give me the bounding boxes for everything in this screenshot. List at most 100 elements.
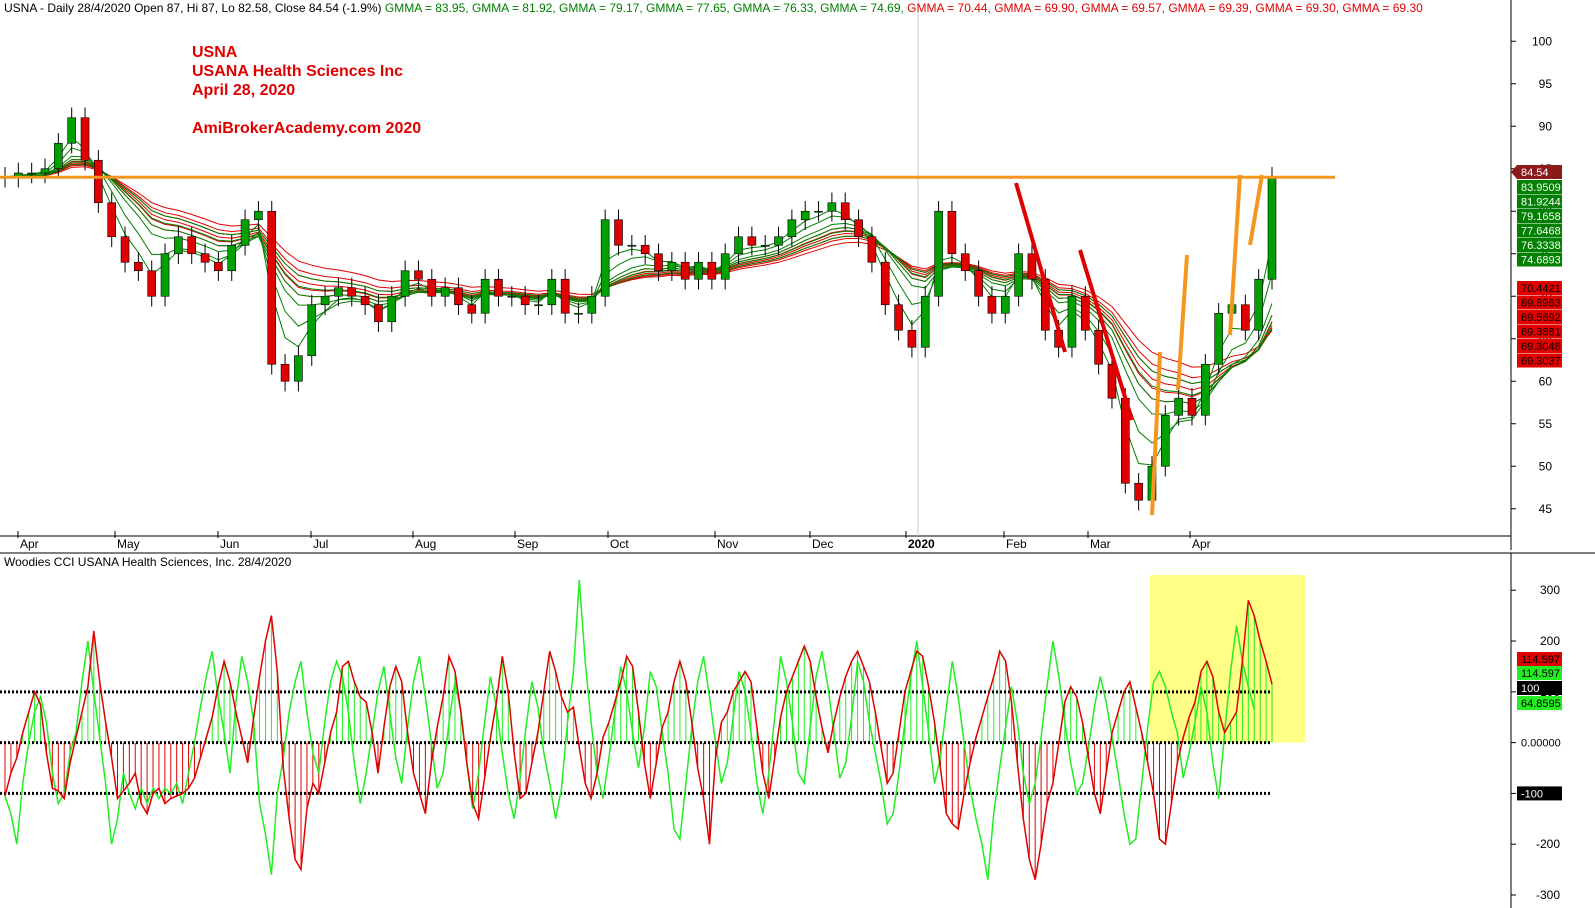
price-y-axis: 4550556065707580859095100	[1511, 34, 1552, 516]
month-label-12: Apr	[1192, 537, 1211, 551]
candle-down	[1080, 295, 1090, 331]
last-price-tag: 84.54	[1521, 167, 1549, 179]
header-segment-11: GMMA = 69.30,	[1252, 1, 1339, 15]
candle-down	[560, 278, 570, 314]
annotation-company: USANA Health Sciences Inc	[192, 63, 403, 80]
trendline-0	[1014, 182, 1067, 353]
gmma-long-tag-0: 70.4421	[1521, 283, 1561, 295]
candle-down	[520, 295, 530, 306]
candle-down	[267, 210, 277, 365]
candle-up	[67, 117, 76, 144]
candle-up	[1067, 295, 1077, 348]
candle-up	[387, 295, 397, 323]
gmma-long-30	[4, 159, 1273, 405]
annotation-ticker: USNA	[192, 44, 238, 61]
candle-up	[587, 295, 597, 314]
gmma-long-50	[4, 164, 1273, 379]
candle-up	[27, 172, 36, 175]
candle-up	[1014, 253, 1023, 297]
candle-up	[1000, 295, 1010, 314]
month-label-5: Sep	[517, 537, 539, 551]
cci-ytick-label-200: 200	[1540, 634, 1560, 648]
cci-slow-tag: 114.597	[1521, 654, 1560, 666]
annotation-date: April 28, 2020	[192, 82, 295, 99]
candle-up	[54, 142, 63, 170]
gmma-value-tags: 84.54 83.9509 81.9244 79.1658 77.6468 76.3338…	[1511, 165, 1562, 368]
candle-up	[534, 304, 543, 307]
gmma-short-tag-4: 76.3338	[1521, 240, 1561, 252]
stock-chart[interactable]: 4550556065707580859095100 AprMayJunJulAu…	[0, 0, 1595, 908]
candle-up	[320, 295, 330, 306]
candle-down	[1134, 482, 1143, 501]
price-ytick-label-100: 100	[1532, 34, 1552, 48]
price-ytick-label-60: 60	[1539, 374, 1553, 388]
month-label-10: Feb	[1006, 537, 1027, 551]
candle-up	[720, 253, 730, 280]
month-label-8: Dec	[812, 537, 833, 551]
cci-ytick-label--200: -200	[1536, 837, 1560, 851]
price-x-axis: Apr May Jun Jul Aug Sep Oct Nov Dec 2020 Feb Mar Apr	[17, 531, 1211, 551]
price-ytick-label-55: 55	[1539, 417, 1553, 431]
cci-ytick-label--300: -300	[1536, 888, 1560, 902]
candle-up	[760, 244, 770, 247]
cci-reference-lines	[0, 690, 1272, 795]
cci-upper-tag: 100	[1521, 683, 1539, 695]
gmma-long-tag-5: 69.3037	[1521, 356, 1561, 368]
candle-up	[1267, 176, 1277, 280]
candle-up	[294, 355, 303, 382]
cci-zero-tag: 0.00000	[1521, 738, 1561, 750]
gmma-long-tag-2: 69.5692	[1521, 312, 1561, 324]
candle-down	[427, 278, 437, 297]
header-segment-2: GMMA = 81.92,	[469, 1, 556, 15]
trendline-3	[1176, 254, 1189, 391]
month-label-1: May	[117, 537, 140, 551]
candle-down	[1094, 329, 1103, 365]
header-segment-10: GMMA = 69.39,	[1165, 1, 1252, 15]
candle-up	[400, 270, 410, 297]
candle-down	[960, 253, 970, 272]
candle-down	[147, 270, 157, 297]
trendline-5	[1248, 174, 1264, 246]
candle-down	[374, 304, 383, 323]
candle-down	[680, 261, 690, 280]
candle-down	[360, 295, 370, 306]
header-segment-1: GMMA = 83.95,	[382, 1, 469, 15]
candle-down	[854, 219, 863, 238]
cci-ytick-label-300: 300	[1540, 583, 1560, 597]
candle-up	[174, 236, 183, 255]
candle-down	[134, 261, 143, 272]
cci-fast-tag: 114.597	[1521, 668, 1560, 680]
candle-up	[694, 261, 703, 280]
candle-down	[214, 261, 223, 272]
candle-up	[254, 210, 263, 221]
cci-lower-tag: -100	[1521, 788, 1543, 800]
candle-down	[200, 253, 210, 263]
gmma-short-tag-5: 74.6893	[1521, 255, 1561, 267]
candle-down	[1241, 304, 1250, 331]
month-label-9: 2020	[908, 537, 935, 551]
cci-value-tags: 114.597 114.597 100 64.8595 0.00000 -100	[1517, 652, 1562, 801]
candle-up	[40, 168, 50, 174]
candle-down	[614, 219, 623, 246]
gmma-long-tag-4: 69.3048	[1521, 341, 1561, 353]
candle-down	[107, 202, 116, 238]
header-segment-12: GMMA = 69.30	[1339, 1, 1423, 15]
candle-down	[654, 253, 663, 272]
month-label-4: Aug	[415, 537, 436, 551]
candle-up	[160, 253, 170, 297]
chart-header: USNA - Daily 28/4/2020 Open 87, Hi 87, L…	[4, 1, 1423, 15]
candle-down	[747, 236, 757, 246]
header-segment-0: USNA - Daily 28/4/2020 Open 87, Hi 87, L…	[4, 1, 382, 15]
candle-up	[800, 210, 810, 221]
header-segment-6: GMMA = 74.69,	[817, 1, 904, 15]
gmma-short-tag-2: 79.1658	[1521, 211, 1561, 223]
candle-up	[307, 304, 317, 357]
gmma-long-60	[4, 166, 1273, 368]
last-price-tag-arrow	[1511, 165, 1517, 179]
candle-down	[1027, 253, 1037, 280]
gmma-long-tag-1: 69.8963	[1521, 298, 1561, 310]
header-segment-4: GMMA = 77.65,	[643, 1, 730, 15]
candle-down	[414, 270, 423, 280]
price-ytick-label-90: 90	[1539, 119, 1553, 133]
gmma-long-group	[4, 159, 1273, 405]
